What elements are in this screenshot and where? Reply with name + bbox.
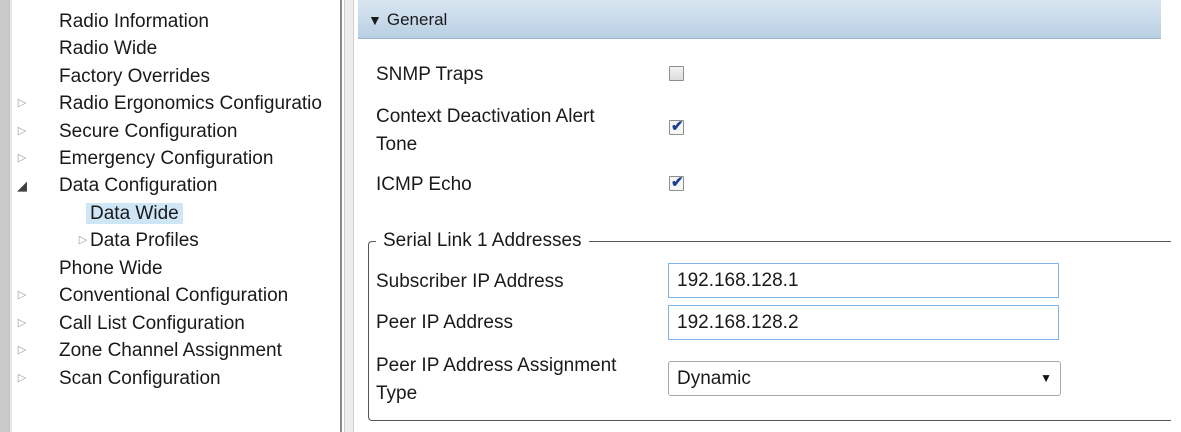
tree-item-label: Zone Channel Assignment [59, 340, 282, 361]
tree-item-label: Call List Configuration [59, 313, 245, 334]
tree-item-label: Data Wide [86, 203, 183, 224]
tree-item-radio-wide[interactable]: Radio Wide [59, 35, 157, 62]
collapse-triangle-icon: ▼ [368, 12, 382, 28]
expand-arrow-icon[interactable]: ▷ [15, 282, 29, 309]
expand-arrow-icon[interactable]: ▷ [15, 90, 29, 117]
peer-ip-input[interactable]: 192.168.128.2 [668, 305, 1059, 340]
tree-item-secure-configuration[interactable]: ▷ Secure Configuration [18, 118, 238, 145]
checkmark-icon: ✔ [671, 118, 684, 135]
context-deactivation-label-line2: Tone [376, 134, 418, 155]
tree-item-label: Data Profiles [90, 230, 199, 251]
tree-item-label: Secure Configuration [59, 121, 238, 142]
tree-item-label: Data Configuration [59, 175, 218, 196]
tree-item-label: Factory Overrides [59, 66, 210, 87]
tree-item-label: Scan Configuration [59, 368, 221, 389]
snmp-traps-checkbox[interactable] [669, 66, 684, 81]
expand-arrow-icon[interactable]: ▷ [15, 310, 29, 337]
serial-link-group-title: Serial Link 1 Addresses [376, 229, 589, 253]
tree-item-conventional-configuration[interactable]: ▷ Conventional Configuration [18, 282, 289, 309]
general-section-header[interactable]: ▼ General [358, 0, 1161, 39]
window-frame-left [0, 0, 10, 432]
navigation-tree: Radio Information Radio Wide Factory Ove… [14, 8, 340, 418]
dropdown-value: Dynamic [677, 368, 751, 389]
section-title: General [386, 10, 448, 29]
caret-down-icon[interactable]: ▼ [1040, 362, 1052, 395]
expand-arrow-icon[interactable]: ▷ [15, 365, 29, 392]
tree-item-label: Radio Wide [59, 38, 158, 59]
snmp-traps-label: SNMP Traps [376, 64, 484, 85]
tree-item-label: Emergency Configuration [59, 148, 274, 169]
pane-divider [340, 0, 342, 432]
checkmark-icon: ✔ [671, 174, 684, 191]
icmp-echo-checkbox[interactable]: ✔ [669, 174, 684, 191]
tree-item-scan-configuration[interactable]: ▷ Scan Configuration [18, 365, 221, 392]
icmp-echo-label: ICMP Echo [376, 174, 472, 195]
tree-item-call-list-configuration[interactable]: ▷ Call List Configuration [18, 310, 245, 337]
tree-item-radio-ergonomics[interactable]: ▷ Radio Ergonomics Configuratio [18, 90, 322, 117]
tree-item-data-configuration[interactable]: ◢ Data Configuration [17, 172, 218, 199]
assignment-type-label-line1: Peer IP Address Assignment [376, 355, 617, 376]
tree-item-label: Phone Wide [59, 258, 163, 279]
expand-arrow-icon[interactable]: ▷ [15, 145, 29, 172]
assignment-type-label-line2: Type [376, 383, 418, 404]
settings-panel: ▼ General SNMP Traps Context Deactivation… [356, 0, 1181, 432]
tree-item-label: Radio Information [59, 11, 209, 32]
tree-item-zone-channel-assignment[interactable]: ▷ Zone Channel Assignment [18, 337, 282, 364]
tree-item-label: Radio Ergonomics Configuratio [59, 93, 322, 114]
subscriber-ip-label: Subscriber IP Address [376, 271, 564, 292]
collapse-arrow-icon[interactable]: ◢ [15, 172, 29, 199]
context-deactivation-label-line1: Context Deactivation Alert [376, 106, 595, 127]
context-deactivation-checkbox[interactable]: ✔ [669, 118, 684, 135]
tree-item-phone-wide[interactable]: Phone Wide [59, 255, 163, 282]
expand-arrow-icon[interactable]: ▷ [15, 118, 29, 145]
tree-item-radio-information[interactable]: Radio Information [59, 8, 209, 35]
tree-item-data-profiles[interactable]: ▷ Data Profiles [79, 227, 199, 254]
tree-item-data-wide[interactable]: Data Wide [86, 200, 183, 227]
assignment-type-dropdown[interactable]: Dynamic ▼ [668, 361, 1061, 396]
expand-arrow-icon[interactable]: ▷ [76, 227, 90, 254]
peer-ip-label: Peer IP Address [376, 312, 513, 333]
tree-item-factory-overrides[interactable]: Factory Overrides [59, 63, 210, 90]
window-frame-inner [10, 0, 12, 432]
splitter-handle[interactable] [344, 0, 354, 432]
expand-arrow-icon[interactable]: ▷ [15, 337, 29, 364]
subscriber-ip-input[interactable]: 192.168.128.1 [668, 263, 1059, 298]
tree-item-label: Conventional Configuration [59, 285, 289, 306]
tree-item-emergency-configuration[interactable]: ▷ Emergency Configuration [18, 145, 274, 172]
